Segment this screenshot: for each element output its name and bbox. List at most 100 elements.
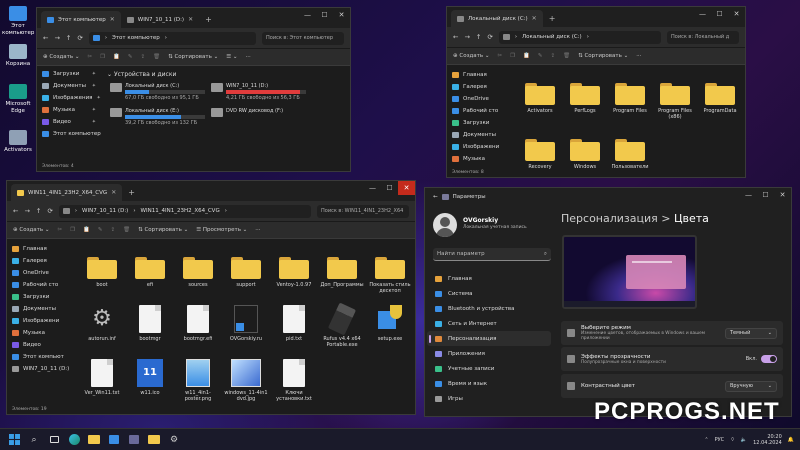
volume-icon[interactable]: 🔈 [741, 437, 747, 443]
file-item[interactable]: OVGorskiy.ru [223, 301, 269, 342]
nav-item[interactable]: Загрузки [7, 291, 75, 303]
rename-icon[interactable]: ✎ [128, 54, 133, 60]
explorer-window-iso-folder[interactable]: WIN11_4IN1_23H2_X64_CVG ✕ + — ☐ ✕ ← → ↑ … [6, 180, 416, 415]
settings-window[interactable]: ← Параметры — ☐ ✕ OVGorskiy Локальная уч… [424, 187, 792, 417]
nav-item[interactable]: Рабочий сто [447, 105, 505, 117]
folder-item[interactable]: boot [79, 247, 125, 288]
settings-running-icon[interactable]: ⚙ [166, 432, 182, 448]
close-icon[interactable]: ✕ [728, 7, 745, 21]
clock[interactable]: 20:20 12.04.2024 [753, 434, 782, 446]
address-input[interactable]: › Локальный диск (C:) › [498, 30, 661, 44]
forward-icon[interactable]: → [54, 34, 59, 42]
file-item[interactable]: w11_4in1-poster.png [175, 355, 221, 402]
desktop-icon[interactable]: Этот компьютер [2, 6, 34, 36]
nav-item[interactable]: Документы ✦ [37, 80, 99, 92]
create-button[interactable]: ⊕ Создать ⌄ [453, 53, 489, 59]
settings-menu-item[interactable]: Приложения [427, 346, 551, 361]
rename-icon[interactable]: ✎ [98, 227, 103, 233]
tab-drive-d[interactable]: WIN7_10_11 (D:) ✕ [121, 11, 199, 28]
settings-menu-item[interactable]: Bluetooth и устройства [427, 301, 551, 316]
folder-item[interactable]: ProgramData [697, 73, 743, 114]
create-button[interactable]: ⊕ Создать ⌄ [43, 54, 79, 60]
close-icon[interactable]: ✕ [333, 8, 350, 22]
section-header[interactable]: ⌄ Устройства и диски [107, 71, 176, 78]
chevron-up-icon[interactable]: ⌃ [704, 437, 708, 443]
settings-search-input[interactable]: Найти параметр ⌕ [433, 248, 551, 261]
folder-item[interactable]: Показать стиль десктоп [367, 247, 413, 294]
settings-menu-item[interactable]: Игры [427, 391, 551, 406]
copy-icon[interactable]: ❐ [100, 54, 105, 60]
new-tab-icon[interactable]: + [199, 11, 218, 28]
share-icon[interactable]: ⇪ [140, 54, 145, 60]
nav-item[interactable]: Документы [7, 303, 75, 315]
settings-menu-item[interactable]: Сеть и Интернет [427, 316, 551, 331]
back-icon[interactable]: ← [13, 207, 18, 215]
cut-icon[interactable]: ✂ [57, 227, 62, 233]
nav-item[interactable]: Главная [447, 69, 505, 81]
refresh-icon[interactable]: ⟳ [77, 34, 82, 42]
settings-menu-item[interactable]: Персонализация [427, 331, 551, 346]
rename-icon[interactable]: ✎ [538, 53, 543, 59]
folder-item[interactable]: Program Files [607, 73, 653, 114]
close-tab-icon[interactable]: ✕ [188, 16, 193, 23]
delete-icon[interactable]: 🗑 [123, 227, 130, 233]
view-button[interactable]: ☰ ⌄ [226, 54, 237, 60]
nav-item[interactable]: Галерея [447, 81, 505, 93]
close-tab-icon[interactable]: ✕ [110, 16, 115, 23]
up-icon[interactable]: ↑ [66, 34, 71, 42]
share-icon[interactable]: ⇪ [110, 227, 115, 233]
file-item[interactable]: Rufus v4.4 x64 Portable.exe [319, 301, 365, 348]
settings-row[interactable]: Контрастный цвет Вручную ⌄ [561, 374, 783, 398]
settings-menu-item[interactable]: Учетные записи [427, 361, 551, 376]
search-icon[interactable]: ⌕ [26, 432, 42, 448]
file-item[interactable]: bootmgr [127, 301, 173, 342]
maximize-icon[interactable]: ☐ [381, 181, 398, 195]
folder-item[interactable]: Windows [562, 129, 608, 170]
share-icon[interactable]: ⇪ [550, 53, 555, 59]
settings-menu-item[interactable]: Главная [427, 271, 551, 286]
drive-tile[interactable]: Локальный диск (E:) 39,2 ГБ свободно из 1… [110, 108, 205, 126]
search-input[interactable]: Поиск в: Локальный д [667, 30, 739, 44]
nav-item[interactable]: OneDrive [447, 93, 505, 105]
settings-menu-item[interactable]: Система [427, 286, 551, 301]
folder-item[interactable]: Пользователи [607, 129, 653, 170]
nav-item[interactable]: Видео [7, 339, 75, 351]
task-view-icon[interactable] [46, 432, 62, 448]
notification-icon[interactable]: 🔔 [788, 437, 794, 443]
paste-icon[interactable]: 📋 [83, 227, 90, 233]
nav-item[interactable]: Изображени [7, 315, 75, 327]
close-icon[interactable]: ✕ [774, 188, 791, 202]
nav-item[interactable]: Изображени [447, 141, 505, 153]
paste-icon[interactable]: 📋 [523, 53, 530, 59]
refresh-icon[interactable]: ⟳ [487, 33, 492, 41]
nav-item[interactable]: Документы [447, 129, 505, 141]
minimize-icon[interactable]: — [694, 7, 711, 21]
address-segment[interactable]: WIN7_10_11 (D:) [82, 208, 128, 214]
nav-item[interactable]: Этот компьют [7, 351, 75, 363]
desktop-icon[interactable]: Корзина [2, 44, 34, 68]
maximize-icon[interactable]: ☐ [316, 8, 333, 22]
folder-item[interactable]: Recovery [517, 129, 563, 170]
more-icon[interactable]: ··· [245, 54, 250, 60]
cut-icon[interactable]: ✂ [497, 53, 502, 59]
delete-icon[interactable]: 🗑 [153, 54, 160, 60]
delete-icon[interactable]: 🗑 [563, 53, 570, 59]
file-item[interactable]: windows_11-4in1 dvd.jpg [223, 355, 269, 402]
file-explorer-icon[interactable] [86, 432, 102, 448]
nav-item[interactable]: Рабочий сто [7, 279, 75, 291]
search-input[interactable]: Поиск в: WIN11_4IN1_23H2_X64 [317, 204, 409, 218]
desktop-icon[interactable]: Microsoft Edge [2, 84, 34, 114]
tab-this-pc[interactable]: Этот компьютер ✕ [41, 11, 121, 28]
dropdown[interactable]: Темный ⌄ [725, 327, 777, 339]
refresh-icon[interactable]: ⟳ [47, 207, 52, 215]
forward-icon[interactable]: → [24, 207, 29, 215]
more-icon[interactable]: ··· [636, 53, 641, 59]
nav-item[interactable]: OneDrive [7, 267, 75, 279]
address-segment[interactable]: WIN11_4IN1_23H2_X64_CVG [141, 208, 220, 214]
dropdown[interactable]: Вручную ⌄ [725, 380, 777, 392]
nav-item[interactable]: Музыка ✦ [37, 104, 99, 116]
folder-item[interactable]: Ventoy-1.0.97 [271, 247, 317, 288]
settings-row[interactable]: Выберите режим Изменение цветов, отобража… [561, 321, 783, 345]
new-tab-icon[interactable]: + [543, 10, 562, 27]
address-input[interactable]: › WIN7_10_11 (D:) › WIN11_4IN1_23H2_X64_… [58, 204, 311, 218]
